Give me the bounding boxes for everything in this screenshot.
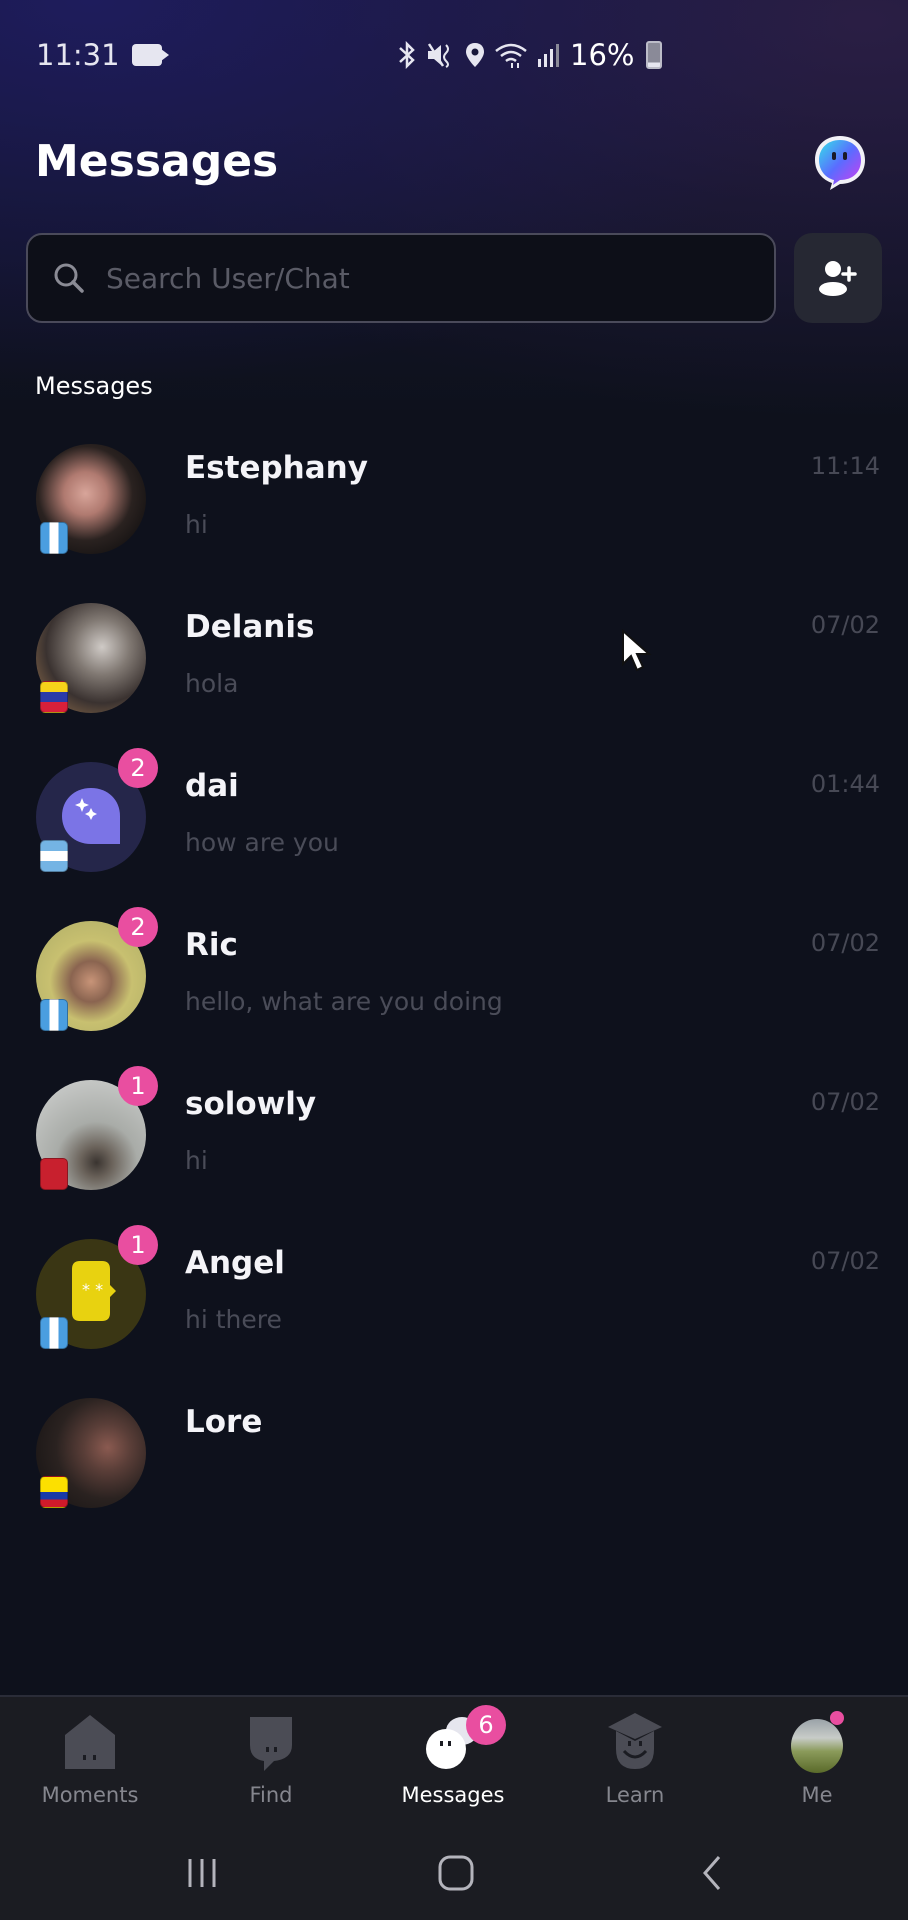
search-box[interactable] <box>26 233 776 323</box>
chat-item-solowly[interactable]: 1 solowly hi 07/02 <box>0 1066 908 1225</box>
chat-time: 07/02 <box>810 929 880 957</box>
recent-apps-button[interactable] <box>172 1848 232 1898</box>
chat-name: Angel <box>185 1245 285 1281</box>
flag-guatemala-icon <box>40 1317 68 1349</box>
chat-preview: hola <box>185 669 239 698</box>
add-contact-button[interactable] <box>794 233 882 323</box>
profile-avatar-icon <box>782 1711 852 1773</box>
chat-item-lore[interactable]: Lore <box>0 1384 908 1543</box>
search-icon <box>54 263 84 293</box>
unread-badge: 2 <box>118 748 158 788</box>
chat-time: 07/02 <box>810 611 880 639</box>
chat-time: 01:44 <box>810 770 880 798</box>
tab-label: Messages <box>401 1783 505 1807</box>
back-icon <box>703 1856 721 1890</box>
back-button[interactable] <box>682 1848 742 1898</box>
chat-item-ric[interactable]: 2 Ric hello, what are you doing 07/02 <box>0 907 908 1066</box>
chat-item-angel[interactable]: * * 1 Angel hi there 07/02 <box>0 1225 908 1384</box>
chat-name: Delanis <box>185 609 315 645</box>
unread-badge: 1 <box>118 1225 158 1265</box>
chat-name: solowly <box>185 1086 317 1122</box>
flag-colombia-icon <box>40 1476 68 1508</box>
messages-icon: 6 <box>418 1705 506 1773</box>
add-user-icon <box>819 261 857 296</box>
header: Messages <box>0 120 908 210</box>
chat-preview: hi there <box>185 1305 282 1334</box>
chat-name: Ric <box>185 927 238 963</box>
tab-messages[interactable]: 6 Messages <box>378 1697 528 1827</box>
tab-learn[interactable]: Learn <box>560 1697 710 1827</box>
page-title: Messages <box>35 136 279 187</box>
status-bar: 11:31 <box>0 0 908 110</box>
tab-label: Find <box>249 1783 293 1807</box>
tab-label: Moments <box>41 1783 139 1807</box>
home-button[interactable] <box>426 1848 486 1898</box>
search-row <box>26 233 882 323</box>
chat-name: Lore <box>185 1404 263 1440</box>
section-label: Messages <box>35 372 153 400</box>
flag-guatemala-icon <box>40 999 68 1031</box>
chat-name: dai <box>185 768 239 804</box>
recent-apps-icon <box>188 1859 216 1887</box>
tab-label: Learn <box>605 1783 665 1807</box>
chat-name: Estephany <box>185 450 368 486</box>
moments-icon <box>55 1711 125 1773</box>
flag-argentina-icon <box>40 840 68 872</box>
search-input[interactable] <box>106 261 706 295</box>
chat-item-dai[interactable]: 2 dai how are you 01:44 <box>0 748 908 907</box>
system-nav-bar <box>0 1830 908 1920</box>
chat-preview: how are you <box>185 828 339 857</box>
video-record-icon <box>131 44 169 66</box>
tab-label: Me <box>801 1783 833 1807</box>
chat-preview: hello, what are you doing <box>185 987 503 1016</box>
chat-time: 07/02 <box>810 1088 880 1116</box>
svg-text:* *: * * <box>82 1280 103 1299</box>
notification-dot <box>830 1711 844 1725</box>
tab-me[interactable]: Me <box>742 1697 892 1827</box>
chat-time: 11:14 <box>810 452 880 480</box>
flag-guatemala-icon <box>40 522 68 554</box>
find-icon <box>236 1711 306 1773</box>
chat-item-estephany[interactable]: Estephany hi 11:14 <box>0 430 908 589</box>
messages-badge: 6 <box>466 1705 506 1745</box>
learn-icon <box>600 1711 670 1773</box>
unread-badge: 1 <box>118 1066 158 1106</box>
flag-venezuela-icon <box>40 681 68 713</box>
tab-moments[interactable]: Moments <box>15 1697 165 1827</box>
tab-find[interactable]: Find <box>196 1697 346 1827</box>
chat-preview: hi <box>185 1146 208 1175</box>
chat-bot-icon[interactable] <box>810 132 870 192</box>
home-icon <box>438 1855 474 1891</box>
chat-list: Estephany hi 11:14 Delanis hola 07/02 2 … <box>0 430 908 1543</box>
unread-badge: 2 <box>118 907 158 947</box>
chat-time: 07/02 <box>810 1247 880 1275</box>
flag-morocco-icon <box>40 1158 68 1190</box>
mouse-cursor-icon <box>622 628 652 672</box>
chat-item-delanis[interactable]: Delanis hola 07/02 <box>0 589 908 748</box>
chat-preview: hi <box>185 510 208 539</box>
status-time: 11:31 <box>36 38 120 72</box>
